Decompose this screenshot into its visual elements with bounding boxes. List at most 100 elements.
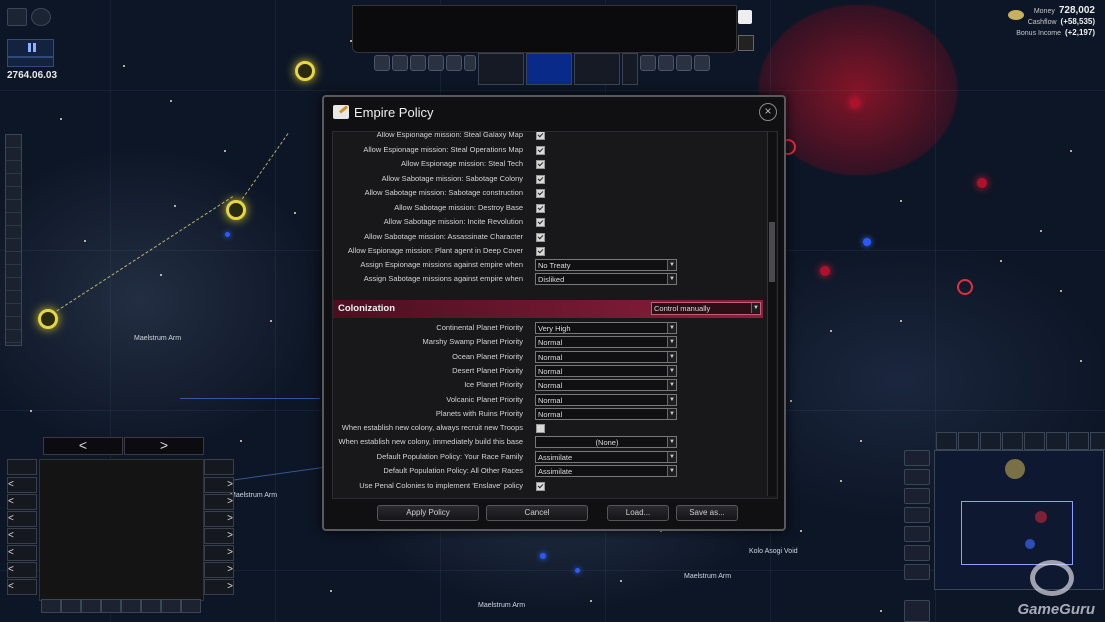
tech-icon[interactable] — [574, 53, 620, 85]
filter-icon[interactable] — [6, 174, 21, 187]
star-system[interactable] — [957, 279, 973, 295]
fleet-icon[interactable] — [676, 55, 692, 71]
minimap-tab[interactable] — [980, 432, 1001, 450]
planet-priority-select[interactable]: Normal ▼ — [535, 407, 677, 420]
minimap-tab[interactable] — [958, 432, 979, 450]
minimap-tab[interactable] — [1090, 432, 1105, 450]
policy-checkbox[interactable] — [536, 174, 545, 184]
filter-icon[interactable] — [6, 213, 21, 226]
filter-icon[interactable] — [6, 226, 21, 239]
minimap-tab[interactable] — [936, 432, 957, 450]
star-system[interactable] — [226, 200, 246, 220]
right-slot[interactable]: > — [204, 477, 234, 493]
zoom-icon[interactable] — [904, 600, 930, 622]
star-system[interactable] — [225, 232, 230, 237]
bottom-tab[interactable] — [121, 599, 141, 613]
policy-checkbox[interactable] — [536, 218, 545, 227]
scrollbar-thumb[interactable] — [769, 222, 775, 282]
zoom-icon[interactable] — [904, 564, 930, 580]
recruit-troops-checkbox[interactable] — [536, 424, 545, 433]
planet-icon[interactable] — [374, 55, 390, 71]
right-slot[interactable]: > — [204, 511, 234, 527]
left-slot[interactable]: < — [7, 477, 37, 493]
filter-icon[interactable] — [6, 239, 21, 252]
star-system[interactable] — [977, 178, 987, 188]
bottom-tab[interactable] — [41, 599, 61, 613]
minimap[interactable] — [934, 450, 1104, 590]
game-speed-control[interactable] — [7, 39, 54, 57]
planet-priority-select[interactable]: Very High ▼ — [535, 322, 677, 334]
pause-icon[interactable] — [28, 43, 31, 52]
left-slot[interactable]: < — [7, 528, 37, 544]
left-slot[interactable]: < — [7, 545, 37, 561]
document-icon[interactable] — [428, 55, 444, 71]
minimap-tab[interactable] — [1068, 432, 1089, 450]
espionage-target-select[interactable]: No Treaty ▼ — [535, 259, 677, 271]
character-list-icon[interactable] — [464, 55, 476, 71]
filter-icon[interactable] — [6, 278, 21, 291]
scrollbar[interactable] — [767, 132, 776, 496]
right-slot[interactable]: > — [204, 579, 234, 595]
selection-details[interactable] — [39, 459, 204, 601]
map-icon[interactable] — [526, 53, 572, 85]
minimap-tab[interactable] — [1046, 432, 1067, 450]
filter-icon[interactable] — [6, 161, 21, 174]
policy-checkbox[interactable] — [536, 247, 545, 256]
planet-priority-select[interactable]: Normal ▼ — [535, 364, 677, 377]
planet-priority-select[interactable]: Normal ▼ — [535, 336, 677, 349]
policy-checkbox[interactable] — [536, 160, 545, 169]
apply-policy-button[interactable]: Apply Policy — [377, 505, 479, 521]
speed-slider[interactable] — [7, 57, 54, 67]
close-button[interactable]: × — [759, 103, 777, 121]
star-system[interactable] — [540, 553, 546, 559]
policy-checkbox[interactable] — [536, 132, 545, 140]
policy-checkbox[interactable] — [536, 203, 545, 213]
planet-priority-select[interactable]: Normal ▼ — [535, 379, 677, 392]
pop-race-select[interactable]: Assimilate ▼ — [535, 451, 677, 463]
diplomacy-icon[interactable] — [478, 53, 524, 85]
policy-checkbox[interactable] — [536, 189, 545, 198]
bottom-tab[interactable] — [101, 599, 121, 613]
bottom-tab[interactable] — [161, 599, 181, 613]
minimap-tab[interactable] — [1002, 432, 1023, 450]
planet-priority-select[interactable]: Normal ▼ — [535, 350, 677, 363]
message-panel[interactable] — [352, 5, 737, 53]
help-icon[interactable] — [31, 8, 51, 26]
filter-icon[interactable] — [6, 330, 21, 343]
penal-colonies-checkbox[interactable] — [536, 482, 545, 491]
save-as-button[interactable]: Save as... — [676, 505, 738, 521]
zoom-icon[interactable] — [904, 450, 930, 466]
bottom-tab[interactable] — [181, 599, 201, 613]
left-slot[interactable]: < — [7, 494, 37, 510]
star-system[interactable] — [863, 238, 871, 246]
colony-icon[interactable] — [410, 55, 426, 71]
research-icon[interactable] — [446, 55, 462, 71]
filter-icon[interactable] — [6, 200, 21, 213]
zoom-icon[interactable] — [904, 545, 930, 561]
right-slot[interactable]: > — [204, 562, 234, 578]
ship-icon[interactable] — [392, 55, 408, 71]
minimap-viewport[interactable] — [961, 501, 1073, 565]
message-icon[interactable] — [738, 10, 752, 24]
filter-icon[interactable] — [6, 317, 21, 330]
star-system[interactable] — [820, 266, 830, 276]
star-system[interactable] — [38, 309, 58, 329]
policy-checkbox[interactable] — [536, 232, 545, 242]
left-slot[interactable]: < — [7, 562, 37, 578]
left-slot[interactable]: < — [7, 511, 37, 527]
star-system[interactable] — [295, 61, 315, 81]
troops-icon[interactable] — [658, 55, 674, 71]
star-system[interactable] — [850, 98, 860, 108]
filter-icon[interactable] — [6, 148, 21, 161]
right-slot[interactable]: > — [204, 528, 234, 544]
policy-checkbox[interactable] — [536, 145, 545, 155]
filter-icon[interactable] — [6, 135, 21, 148]
empire-icon[interactable] — [7, 8, 27, 26]
zoom-icon[interactable] — [904, 488, 930, 504]
right-slot[interactable]: > — [204, 545, 234, 561]
star-system[interactable] — [575, 568, 580, 573]
filter-icon[interactable] — [6, 265, 21, 278]
filter-icon[interactable] — [6, 304, 21, 317]
filter-icon[interactable] — [6, 187, 21, 200]
character-icon[interactable] — [738, 35, 754, 51]
